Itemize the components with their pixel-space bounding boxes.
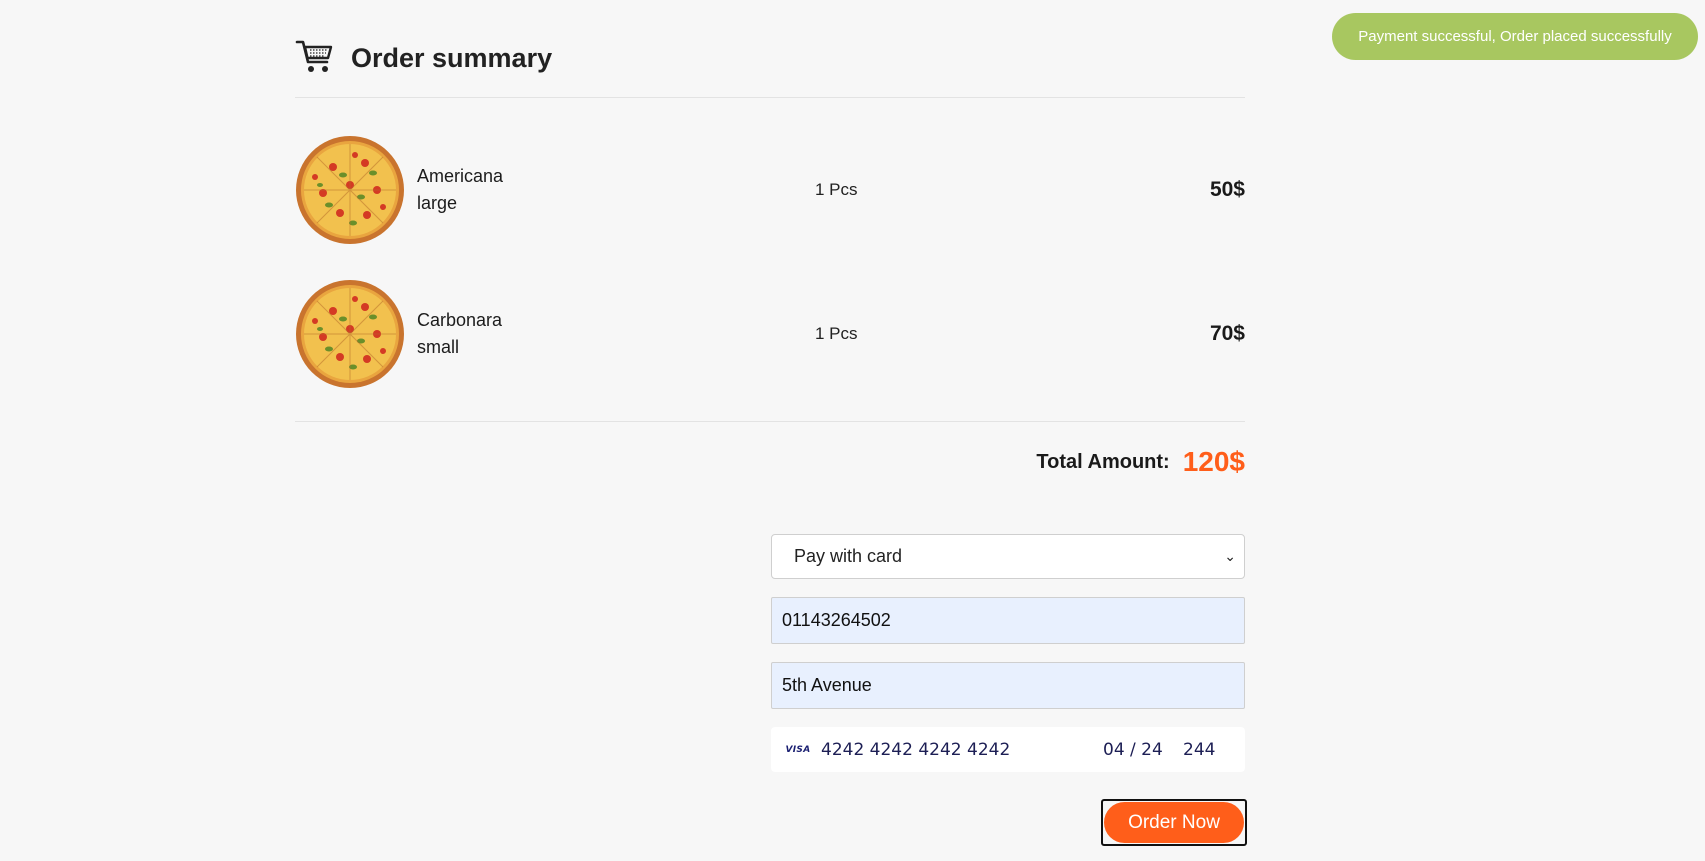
item-name: Carbonara small bbox=[417, 307, 547, 361]
phone-value: 01143264502 bbox=[782, 610, 891, 630]
success-toast: Payment successful, Order placed success… bbox=[1332, 13, 1698, 60]
item-quantity: 1 Pcs bbox=[815, 180, 858, 199]
phone-input[interactable]: 01143264502 bbox=[771, 597, 1245, 644]
chevron-down-icon: ⌄ bbox=[1224, 548, 1236, 564]
pizza-image bbox=[296, 280, 404, 388]
address-value: 5th Avenue bbox=[782, 675, 872, 695]
total-label: Total Amount: bbox=[1036, 450, 1170, 473]
item-price: 50$ bbox=[1209, 178, 1245, 201]
divider bbox=[295, 421, 1245, 422]
total-amount: Total Amount: 120$ bbox=[1036, 446, 1245, 478]
order-summary-header: Order summary bbox=[295, 36, 1245, 98]
order-items-list: Americana large 1 Pcs 50$ Carbonara smal… bbox=[295, 98, 1245, 406]
page-title: Order summary bbox=[351, 43, 553, 73]
page: Payment successful, Order placed success… bbox=[0, 0, 1705, 861]
order-now-focus-ring: Order Now bbox=[1101, 799, 1247, 846]
item-title: Carbonara bbox=[417, 310, 503, 330]
item-price: 70$ bbox=[1209, 322, 1245, 345]
item-size: large bbox=[417, 193, 458, 213]
card-number-field[interactable]: 4242 4242 4242 4242 bbox=[821, 740, 1103, 760]
item-name: Americana large bbox=[417, 163, 547, 217]
address-input[interactable]: 5th Avenue bbox=[771, 662, 1245, 709]
payment-method-select[interactable]: Pay with card ⌄ bbox=[771, 534, 1245, 579]
item-size: small bbox=[417, 337, 460, 357]
visa-icon: VISA bbox=[785, 744, 811, 755]
card-element[interactable]: VISA 4242 4242 4242 4242 04 / 24 244 bbox=[771, 727, 1245, 772]
pizza-image bbox=[296, 136, 404, 244]
payment-form: Pay with card ⌄ 01143264502 5th Avenue V… bbox=[771, 534, 1245, 772]
order-item: Americana large 1 Pcs 50$ bbox=[295, 118, 1245, 262]
order-item: Carbonara small 1 Pcs 70$ bbox=[295, 262, 1245, 406]
total-value: 120$ bbox=[1182, 446, 1245, 477]
toast-message: Payment successful, Order placed success… bbox=[1358, 28, 1672, 45]
payment-method-value: Pay with card bbox=[794, 546, 903, 566]
item-quantity: 1 Pcs bbox=[815, 324, 858, 343]
card-cvc-field[interactable]: 244 bbox=[1183, 740, 1215, 760]
order-now-button[interactable]: Order Now bbox=[1104, 802, 1244, 843]
card-expiry-field[interactable]: 04 / 24 bbox=[1103, 740, 1183, 760]
cart-icon bbox=[295, 40, 333, 72]
item-title: Americana bbox=[417, 166, 504, 186]
